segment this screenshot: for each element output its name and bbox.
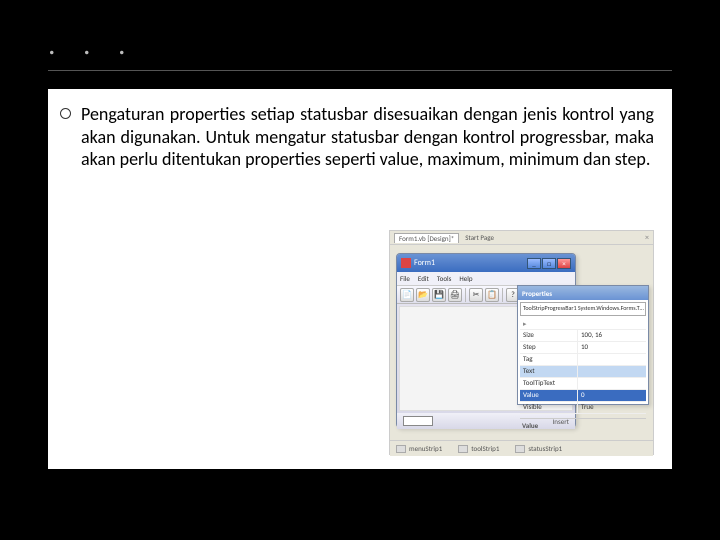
slide: . . . Pengaturan properties setiap statu… [0,0,720,540]
properties-window: Properties ToolStripProgressBar1 System.… [517,285,649,405]
form-title: Form1 [414,258,526,268]
property-category[interactable]: ▸ [520,318,646,330]
properties-object-combo[interactable]: ToolStripProgressBar1 System.Windows.For… [520,302,646,316]
designer-surface: Form1 _ □ × File Edit Tools Help 📄 📂 [390,245,653,440]
bullet-icon [60,108,71,119]
component-tray: menuStrip1 toolStrip1 statusStrip1 [390,440,653,456]
content-area: Pengaturan properties setiap statusbar d… [48,89,672,469]
title-area: . . . [0,0,720,62]
paragraph-text: Pengaturan properties setiap statusbar d… [81,103,654,171]
menu-help[interactable]: Help [459,274,472,283]
properties-title: Properties [518,286,648,300]
toolbar-print-icon[interactable]: 🖨 [448,288,462,302]
statusbar-progress [403,416,433,426]
property-row-step[interactable]: Step10 [520,342,646,354]
slide-title: . . . [48,28,672,62]
tab-start-page[interactable]: Start Page [461,233,498,242]
designer-tabs: Form1.vb [Design]* Start Page × [390,231,653,245]
tab-close-icon[interactable]: × [645,233,649,243]
menu-edit[interactable]: Edit [418,274,429,283]
toolbar-open-icon[interactable]: 📂 [416,288,430,302]
property-row-value[interactable]: Value0 [520,390,646,402]
property-row-text[interactable]: Text [520,366,646,378]
form-titlebar[interactable]: Form1 _ □ × [397,254,575,272]
menu-file[interactable]: File [400,274,410,283]
minimize-button[interactable]: _ [527,258,541,269]
property-row-size[interactable]: Size100, 16 [520,330,646,342]
property-row-tooltiptext[interactable]: ToolTipText [520,378,646,390]
tray-menustrip[interactable]: menuStrip1 [396,444,442,453]
tab-form-design[interactable]: Form1.vb [Design]* [394,233,459,243]
tray-icon [396,445,406,453]
toolbar-paste-icon[interactable]: 📋 [485,288,499,302]
toolbar-separator [502,288,503,302]
menu-tools[interactable]: Tools [437,274,452,283]
tray-toolstrip[interactable]: toolStrip1 [458,444,499,453]
maximize-button[interactable]: □ [542,258,556,269]
bullet-paragraph: Pengaturan properties setiap statusbar d… [60,103,654,171]
close-button[interactable]: × [557,258,571,269]
properties-description: Value [520,418,646,442]
property-row-visible[interactable]: VisibleTrue [520,402,646,414]
property-row-tag[interactable]: Tag [520,354,646,366]
title-divider [48,70,672,71]
toolbar-separator [465,288,466,302]
tray-icon [458,445,468,453]
properties-description-title: Value [522,421,538,430]
toolbar-new-icon[interactable]: 📄 [400,288,414,302]
embedded-screenshot: Form1.vb [Design]* Start Page × Form1 _ … [389,230,654,455]
tray-icon [515,445,525,453]
tray-statusstrip[interactable]: statusStrip1 [515,444,562,453]
form-app-icon [401,258,411,268]
form-menubar: File Edit Tools Help [397,272,575,286]
toolbar-cut-icon[interactable]: ✂ [469,288,483,302]
toolbar-save-icon[interactable]: 💾 [432,288,446,302]
properties-grid: ▸ Size100, 16 Step10 Tag Text ToolTipTex… [520,318,646,414]
